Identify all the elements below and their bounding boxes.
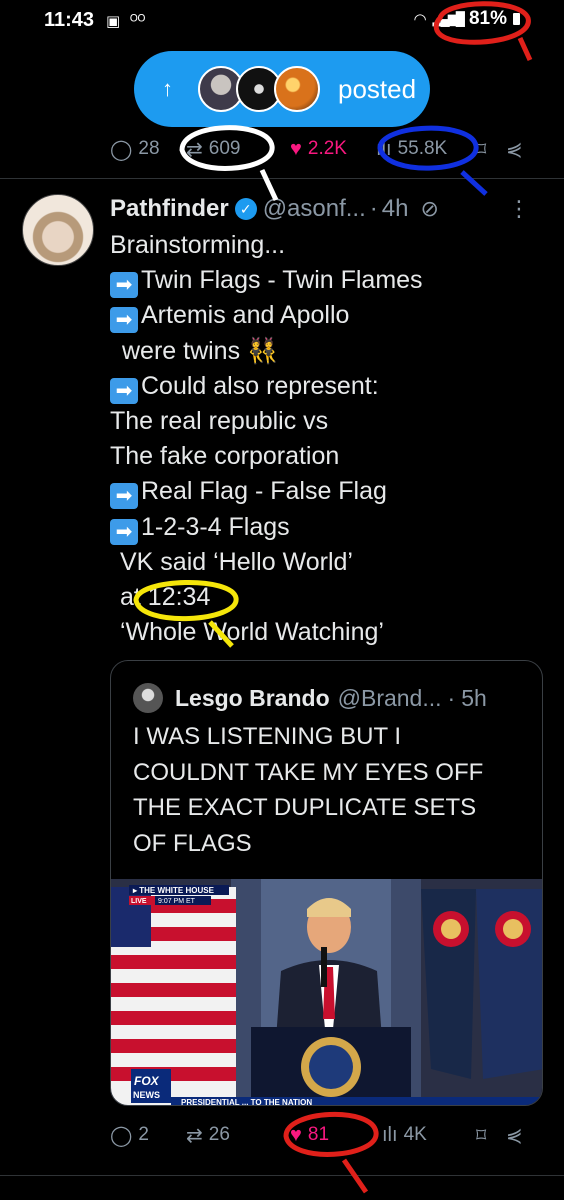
quote-line: I WAS LISTENING BUT I	[133, 723, 402, 750]
status-right: ◠ ▂▄▆█ 81%	[413, 8, 520, 30]
pill-avatars	[198, 66, 320, 112]
status-time: 11:43	[44, 9, 95, 31]
tweet-text: Brainstorming... ➡ Twin Flags - Twin Flam…	[110, 228, 550, 650]
banner-title: ▸ THE WHITE HOUSE	[132, 886, 215, 895]
repost-button[interactable]: ⇄ 26	[186, 1123, 290, 1148]
verified-badge-icon: ✓	[234, 198, 257, 220]
bookmark-button[interactable]: ⌑	[476, 137, 506, 162]
battery-text: 81%	[468, 8, 507, 29]
wifi-icon: ◠	[413, 11, 427, 28]
tweet-header: Pathfinder ✓ @asonf... · 4h ⊘ ⋮	[110, 194, 550, 224]
quote-line: COULDNT TAKE MY EYES OFF	[133, 758, 484, 786]
divider	[0, 1175, 564, 1176]
banner-time: 9:07 PM ET	[158, 898, 196, 905]
bookmark-button[interactable]: ⌑	[476, 1123, 506, 1148]
like-button[interactable]: ♥ 2.2K	[290, 138, 376, 161]
tweet-line: VK said ‘Hello World’	[120, 547, 353, 576]
grok-icon[interactable]: ⊘	[420, 196, 438, 222]
pill-label: posted	[338, 73, 417, 104]
arrow-up-icon: ↑	[162, 76, 173, 101]
quote-time: 5h	[461, 684, 487, 711]
reply-button[interactable]: ◯ 28	[110, 137, 186, 162]
share-button[interactable]: ⋞	[506, 137, 523, 162]
tweet-line: were twins 👯	[122, 336, 279, 365]
right-arrow-emoji-icon: ➡	[110, 518, 138, 545]
quote-line: THE EXACT DUPLICATE SETS	[133, 794, 477, 821]
quoted-tweet-card[interactable]: Lesgo Brando @Brand... · 5h I WAS LISTEN…	[110, 660, 543, 1106]
tweet-line: ➡ Artemis and Apollo	[110, 298, 550, 334]
avatar	[274, 66, 320, 112]
previous-tweet-actions: ◯ 28 ⇄ 609 ♥ 2.2K ılı 55.8K ⌑ ⋞	[110, 129, 540, 169]
share-icon: ⋞	[506, 1124, 523, 1147]
quote-line: OF FLAGS	[133, 829, 252, 857]
repost-icon: ⇄	[186, 1124, 203, 1147]
more-options-icon[interactable]: ⋮	[508, 196, 530, 222]
voicemail-icon: ᴼᴼ	[130, 12, 146, 29]
reply-count: 2	[138, 1124, 149, 1145]
right-arrow-emoji-icon: ➡	[110, 272, 138, 299]
right-arrow-emoji-icon: ➡	[110, 483, 138, 510]
bookmark-icon: ⌑	[476, 138, 487, 161]
divider	[0, 178, 564, 179]
news-logo-text: NEWS	[133, 1090, 160, 1100]
repost-icon: ⇄	[186, 138, 203, 161]
views-count: 55.8K	[397, 138, 448, 159]
tweet-line: The real republic vs	[110, 406, 329, 435]
gallery-icon: ▣	[106, 13, 121, 30]
quote-author-handle: @Brand...	[337, 684, 442, 711]
tweet-line: at 12:34	[120, 582, 211, 611]
like-count: 2.2K	[307, 138, 347, 159]
heart-icon: ♥	[290, 1123, 302, 1146]
quote-author-name: Lesgo Brando	[175, 684, 330, 711]
fox-logo-text: FOX	[134, 1074, 160, 1088]
banner-live: LIVE	[131, 898, 147, 905]
separator-dot: ·	[369, 195, 378, 222]
quote-author-avatar	[133, 683, 163, 713]
press-conference-scene: ▸ THE WHITE HOUSE LIVE 9:07 PM ET FOX NE…	[111, 879, 542, 1106]
quote-media-image[interactable]: ▸ THE WHITE HOUSE LIVE 9:07 PM ET FOX NE…	[111, 879, 542, 1106]
views-button[interactable]: ılı 55.8K	[376, 138, 476, 161]
author-handle[interactable]: @asonf...	[263, 195, 366, 223]
new-posts-pill[interactable]: ↑ posted	[134, 51, 430, 127]
reply-count: 28	[138, 138, 160, 159]
reply-icon: ◯	[110, 1124, 133, 1147]
repost-count: 609	[208, 138, 241, 159]
right-arrow-emoji-icon: ➡	[110, 307, 138, 334]
battery-icon	[513, 13, 520, 25]
views-icon: ılı	[382, 1123, 398, 1146]
tweet-line: ➡ Twin Flags - Twin Flames	[110, 263, 550, 299]
bookmark-icon: ⌑	[476, 1124, 487, 1147]
tweet-actions: ◯ 2 ⇄ 26 ♥ 81 ılı 4K ⌑ ⋞	[110, 1115, 540, 1155]
signal-icon: ▂▄▆█	[432, 11, 465, 26]
author-avatar[interactable]	[22, 194, 94, 266]
reply-icon: ◯	[110, 138, 133, 161]
heart-icon: ♥	[290, 137, 302, 160]
tweet-line: ➡ 1-2-3-4 Flags	[110, 510, 550, 545]
tweet-line: The fake corporation	[110, 442, 340, 471]
tweet-line: ➡ Could also represent:	[110, 369, 550, 404]
status-bar: 11:43 ▣ ᴼᴼ ◠ ▂▄▆█ 81%	[0, 0, 564, 44]
separator-dot: ·	[447, 684, 456, 711]
ticker-text: PRESIDENTIAL ... TO THE NATION	[181, 1098, 312, 1106]
reply-button[interactable]: ◯ 2	[110, 1123, 186, 1148]
tweet-line: ‘Whole World Watching’	[120, 618, 384, 647]
share-button[interactable]: ⋞	[506, 1123, 523, 1148]
tweet-time: 4h	[381, 195, 409, 222]
right-arrow-emoji-icon: ➡	[110, 377, 138, 404]
repost-count: 26	[208, 1124, 230, 1145]
share-icon: ⋞	[506, 138, 523, 161]
views-button[interactable]: ılı 4K	[382, 1124, 476, 1147]
quote-header: Lesgo Brando @Brand... · 5h	[133, 681, 533, 715]
views-icon: ılı	[376, 137, 392, 160]
like-count: 81	[307, 1124, 330, 1145]
like-button[interactable]: ♥ 81	[290, 1124, 382, 1147]
author-name[interactable]: Pathfinder	[110, 195, 229, 223]
quote-text: I WAS LISTENING BUT I COULDNT TAKE MY EY…	[133, 719, 533, 861]
repost-button[interactable]: ⇄ 609	[186, 137, 290, 162]
views-count: 4K	[403, 1124, 427, 1145]
tweet-line: Brainstorming...	[110, 231, 286, 259]
tweet-line: ➡ Real Flag - False Flag	[110, 474, 550, 510]
